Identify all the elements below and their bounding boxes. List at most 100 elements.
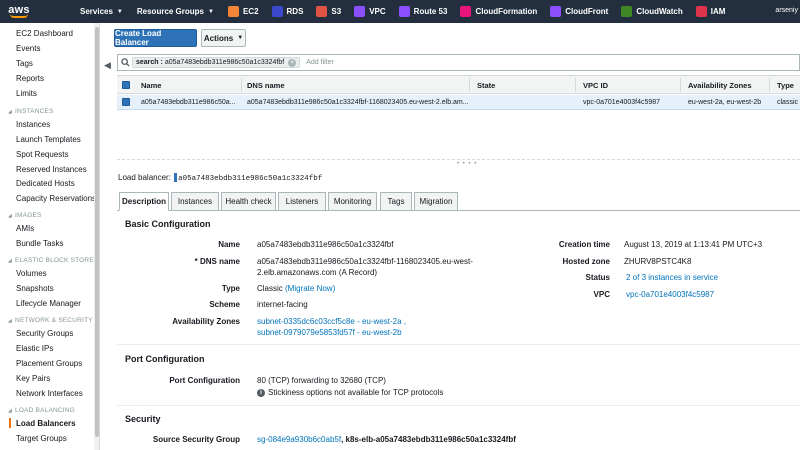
filter-token[interactable]: search : a05a7483ebdb311e986c50a1c3324fb… [132, 57, 301, 68]
status-link[interactable]: 2 of 3 instances in service [626, 272, 718, 283]
column-header-vpc-id[interactable]: VPC ID [583, 81, 608, 90]
collapse-triangle-icon: ◢ [8, 408, 13, 414]
section-divider [117, 344, 800, 345]
subnet-link-eu-west-2a[interactable]: subnet-0335dc6c03ccf5c8e - eu-west-2a , [257, 316, 406, 327]
sidebar-item-spot-requests[interactable]: Spot Requests [16, 150, 68, 159]
resource-groups-menu[interactable]: Resource Groups ▼ [137, 7, 214, 16]
sidebar-section-ebs[interactable]: ◢ ELASTIC BLOCK STORE [8, 257, 94, 264]
tab-listeners[interactable]: Listeners [278, 192, 326, 211]
security-group-name: , k8s-elb-a05a7483ebdb311e986c50a1c3324f… [341, 435, 516, 444]
remove-filter-icon[interactable]: × [288, 58, 297, 67]
subnet-link-eu-west-2b[interactable]: subnet-0979079e5853fd57f - eu-west-2b [257, 327, 402, 338]
sidebar-item-load-balancers[interactable]: Load Balancers [16, 419, 76, 428]
shortcut-cloudformation[interactable]: CloudFormation [460, 6, 537, 17]
sidebar-item-dedicated-hosts[interactable]: Dedicated Hosts [16, 179, 75, 188]
sidebar-section-images[interactable]: ◢ IMAGES [8, 212, 42, 219]
search-icon [118, 55, 132, 70]
sidebar-item-key-pairs[interactable]: Key Pairs [16, 374, 50, 383]
shortcut-vpc[interactable]: VPC [354, 6, 386, 17]
filter-search-bar[interactable]: search : a05a7483ebdb311e986c50a1c3324fb… [117, 54, 800, 71]
label-status: Status [585, 273, 610, 282]
tab-monitoring[interactable]: Monitoring [328, 192, 377, 211]
tab-tags[interactable]: Tags [380, 192, 412, 211]
type-text: Classic [257, 284, 283, 293]
column-divider[interactable] [469, 78, 470, 92]
security-group-link[interactable]: sg-084e9a930b6c0ab5f [257, 435, 341, 444]
column-header-state[interactable]: State [477, 81, 495, 90]
sidebar-scrollbar[interactable] [94, 23, 99, 450]
tab-instances[interactable]: Instances [171, 192, 219, 211]
user-menu[interactable]: arseniy [775, 7, 798, 14]
column-header-availability-zones[interactable]: Availability Zones [688, 81, 752, 90]
sidebar-item-amis[interactable]: AMIs [16, 224, 34, 233]
sidebar-section-load-balancing[interactable]: ◢ LOAD BALANCING [8, 407, 75, 414]
value-name: a05a7483ebdb311e986c50a1c3324fbf [257, 240, 394, 249]
shortcut-cloudfront[interactable]: CloudFront [550, 6, 608, 17]
sidebar-item-instances[interactable]: Instances [16, 120, 50, 129]
vpc-link[interactable]: vpc-0a701e4003f4c5987 [626, 289, 714, 300]
filter-token-value: a05a7483ebdb311e986c50a1c3324fbf [164, 59, 285, 66]
sidebar-item-tags[interactable]: Tags [16, 59, 33, 68]
sidebar-item-bundle-tasks[interactable]: Bundle Tasks [16, 239, 63, 248]
sidebar-section-instances[interactable]: ◢ INSTANCES [8, 108, 54, 115]
column-divider[interactable] [575, 78, 576, 92]
sidebar-item-snapshots[interactable]: Snapshots [16, 284, 54, 293]
sidebar-scrollbar-thumb[interactable] [95, 27, 99, 437]
column-header-name[interactable]: Name [141, 81, 161, 90]
cloudformation-icon [460, 6, 472, 17]
aws-logo[interactable]: aws [0, 0, 38, 23]
sidebar-item-network-interfaces[interactable]: Network Interfaces [16, 389, 83, 398]
row-checkbox[interactable] [122, 98, 130, 106]
tab-description[interactable]: Description [119, 192, 169, 211]
filter-token-key: search : [136, 59, 163, 66]
shortcut-label: Route 53 [413, 7, 448, 16]
label-dns-name: * DNS name [194, 257, 240, 266]
tab-migration[interactable]: Migration [414, 192, 458, 211]
table-row[interactable]: a05a7483ebdb311e986c50a... a05a7483ebdb3… [117, 95, 800, 110]
create-load-balancer-button[interactable]: Create Load Balancer [114, 29, 197, 47]
column-divider[interactable] [769, 78, 770, 92]
sidebar-item-reports[interactable]: Reports [16, 74, 44, 83]
sidebar-item-lifecycle-manager[interactable]: Lifecycle Manager [16, 299, 81, 308]
collapse-panel-icon[interactable]: ◀ [104, 60, 111, 71]
column-divider[interactable] [680, 78, 681, 92]
sidebar-item-security-groups[interactable]: Security Groups [16, 329, 73, 338]
column-divider[interactable] [241, 78, 242, 92]
label-scheme: Scheme [209, 300, 240, 309]
actions-dropdown[interactable]: Actions ▼ [201, 29, 246, 47]
add-filter-input[interactable]: Add filter [306, 59, 334, 66]
shortcut-ec2[interactable]: EC2 [227, 6, 259, 17]
sidebar-item-launch-templates[interactable]: Launch Templates [16, 135, 81, 144]
sidebar-item-elastic-ips[interactable]: Elastic IPs [16, 344, 53, 353]
sidebar-item-placement-groups[interactable]: Placement Groups [16, 359, 82, 368]
cell-name: a05a7483ebdb311e986c50a... [141, 99, 236, 106]
sidebar-item-events[interactable]: Events [16, 44, 40, 53]
services-menu[interactable]: Services ▼ [80, 7, 123, 16]
shortcut-label: IAM [710, 7, 726, 16]
shortcut-iam[interactable]: IAM [695, 6, 726, 17]
sidebar: EC2 Dashboard Events Tags Reports Limits… [0, 23, 100, 450]
shortcut-s3[interactable]: S3 [316, 6, 341, 17]
migrate-now-link[interactable]: (Migrate Now) [285, 284, 335, 293]
sidebar-item-target-groups[interactable]: Target Groups [16, 434, 67, 443]
sidebar-item-ec2-dashboard[interactable]: EC2 Dashboard [16, 29, 73, 38]
shortcut-cloudwatch[interactable]: CloudWatch [621, 6, 683, 17]
sidebar-item-capacity-reservations[interactable]: Capacity Reservations [16, 194, 96, 203]
sidebar-item-reserved-instances[interactable]: Reserved Instances [16, 165, 87, 174]
column-header-dns-name[interactable]: DNS name [247, 81, 285, 90]
sidebar-item-volumes[interactable]: Volumes [16, 269, 47, 278]
column-header-type[interactable]: Type [777, 81, 794, 90]
select-all-checkbox[interactable] [122, 81, 130, 89]
chevron-down-icon: ▼ [116, 8, 123, 15]
panel-splitter[interactable]: • • • • [117, 159, 800, 167]
cloudfront-icon [550, 6, 562, 17]
sidebar-item-limits[interactable]: Limits [16, 89, 37, 98]
shortcut-rds[interactable]: RDS [271, 6, 303, 17]
drag-handle-icon[interactable]: • • • • [457, 161, 477, 167]
label-port-configuration: Port Configuration [169, 376, 240, 385]
label-vpc: VPC [593, 290, 610, 299]
tab-health-check[interactable]: Health check [221, 192, 276, 211]
sidebar-section-network-security[interactable]: ◢ NETWORK & SECURITY [8, 317, 93, 324]
collapse-triangle-icon: ◢ [8, 213, 13, 219]
shortcut-route53[interactable]: Route 53 [398, 6, 448, 17]
